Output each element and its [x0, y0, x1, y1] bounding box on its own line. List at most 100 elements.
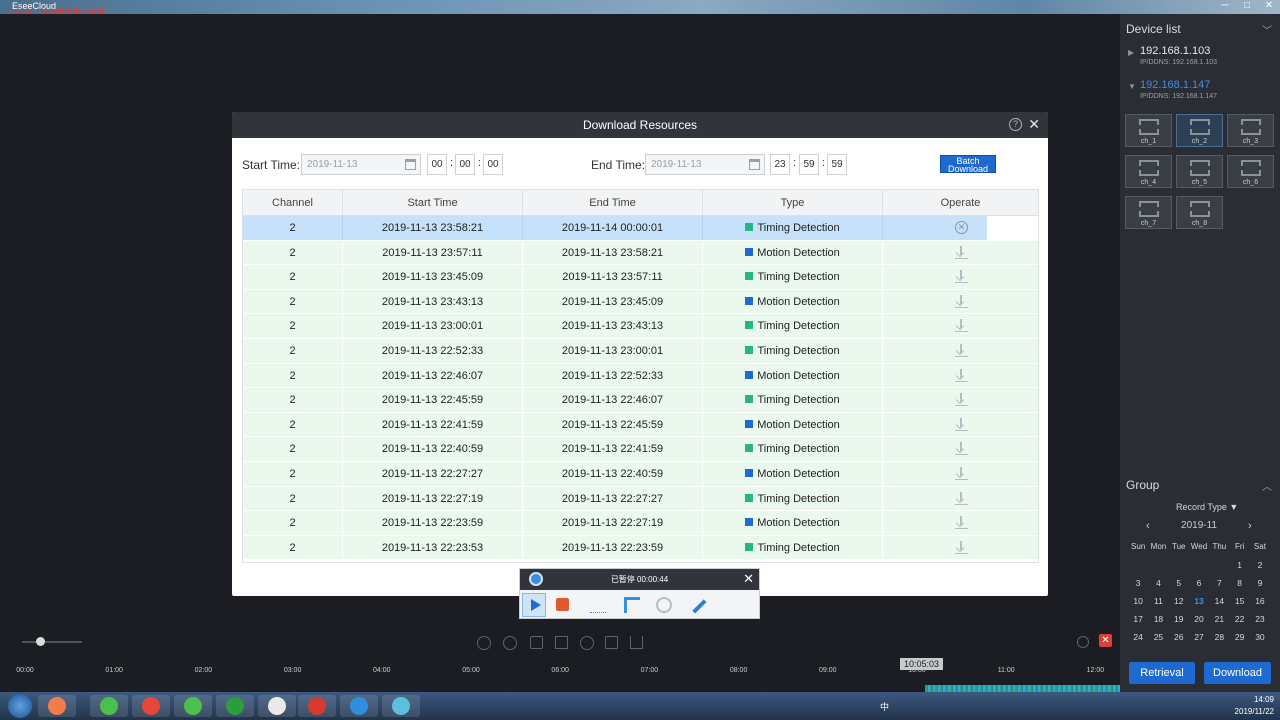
calendar-day[interactable]: 30 — [1250, 628, 1270, 646]
calendar-day[interactable]: 2 — [1250, 556, 1270, 574]
calendar-day[interactable]: 6 — [1189, 574, 1209, 592]
timer-icon[interactable] — [580, 636, 594, 650]
download-icon[interactable] — [955, 491, 968, 505]
expand-arrow-icon[interactable]: ▶ — [1128, 48, 1134, 57]
download-button[interactable]: Download — [1204, 662, 1271, 684]
download-icon[interactable] — [955, 393, 968, 407]
channel-tile[interactable]: ch_1 — [1125, 114, 1172, 147]
end-minute-field[interactable]: 59 — [799, 154, 819, 175]
table-row[interactable]: 2 2019-11-13 22:23:53 2019-11-13 22:23:59 T… — [243, 535, 1038, 561]
channel-tile[interactable]: ch_6 — [1227, 155, 1274, 188]
help-icon[interactable]: ? — [1009, 118, 1022, 131]
help-icon[interactable] — [1077, 636, 1089, 648]
region-tool-icon[interactable] — [590, 597, 606, 613]
download-icon[interactable] — [955, 270, 968, 284]
calendar-day[interactable]: 7 — [1209, 574, 1229, 592]
download-icon[interactable] — [955, 417, 968, 431]
batch-download-button[interactable]: Batch Download — [940, 155, 996, 174]
table-row[interactable]: 2 2019-11-13 23:45:09 2019-11-13 23:57:11 T… — [243, 265, 1038, 290]
calendar-icon[interactable] — [405, 159, 416, 170]
ie-icon[interactable] — [340, 695, 378, 717]
stop-icon[interactable] — [503, 636, 517, 650]
download-icon[interactable] — [955, 516, 968, 530]
volume-icon[interactable] — [605, 636, 618, 649]
start-minute-field[interactable]: 00 — [455, 154, 475, 175]
wechat-icon[interactable] — [174, 695, 212, 717]
chrome-icon[interactable] — [132, 695, 170, 717]
calendar-day[interactable]: 27 — [1189, 628, 1209, 646]
close-playback-icon[interactable]: ✕ — [1099, 634, 1112, 647]
calendar-day[interactable]: 9 — [1250, 574, 1270, 592]
next-month-icon[interactable]: › — [1248, 520, 1252, 532]
channel-tile-active[interactable]: ch_2 — [1176, 114, 1223, 147]
calendar-day[interactable]: 22 — [1229, 610, 1249, 628]
calendar-day[interactable]: 11 — [1148, 592, 1168, 610]
download-icon[interactable] — [955, 319, 968, 333]
table-row[interactable]: 2 2019-11-13 22:41:59 2019-11-13 22:45:59 M… — [243, 412, 1038, 438]
calendar-day[interactable]: 20 — [1189, 610, 1209, 628]
download-icon[interactable] — [955, 467, 968, 480]
table-row[interactable]: 2 2019-11-13 22:40:59 2019-11-13 22:41:59 T… — [243, 437, 1038, 462]
record-type-select[interactable]: Record Type ▼ — [1176, 502, 1238, 512]
download-icon[interactable] — [955, 368, 968, 382]
table-row-selected[interactable]: 2 2019-11-13 23:58:21 2019-11-14 00:00:01 T… — [243, 216, 1038, 241]
calendar-day[interactable]: 8 — [1229, 574, 1249, 592]
calendar-day[interactable]: 21 — [1209, 610, 1229, 628]
table-row[interactable]: 2 2019-11-13 23:43:13 2019-11-13 23:45:09 M… — [243, 289, 1038, 315]
collapse-group-icon[interactable]: ︿ — [1262, 478, 1272, 493]
taskbar-app-icon[interactable] — [90, 695, 128, 717]
calendar-day[interactable]: 10 — [1128, 592, 1148, 610]
channel-tile[interactable]: ch_7 — [1125, 196, 1172, 229]
end-hour-field[interactable]: 23 — [770, 154, 790, 175]
calendar-day[interactable]: 16 — [1250, 592, 1270, 610]
pause-icon[interactable] — [477, 636, 491, 650]
window-close-button[interactable]: ✕ — [1258, 0, 1280, 14]
download-icon[interactable] — [955, 442, 968, 456]
taskbar-app-icon[interactable] — [382, 695, 420, 717]
clock[interactable]: 14:09 2019/11/22 — [1235, 694, 1274, 718]
start-button[interactable] — [8, 694, 32, 718]
table-row[interactable]: 2 2019-11-13 22:27:27 2019-11-13 22:40:59 M… — [243, 462, 1038, 487]
calendar-day[interactable]: 29 — [1229, 628, 1249, 646]
calendar-day[interactable]: 12 — [1169, 592, 1189, 610]
snapshot-icon[interactable] — [530, 636, 543, 649]
channel-tile[interactable]: ch_4 — [1125, 155, 1172, 188]
stop-recording-button[interactable] — [556, 598, 569, 611]
start-second-field[interactable]: 00 — [483, 154, 503, 175]
fullscreen-icon[interactable] — [555, 636, 568, 649]
channel-tile[interactable]: ch_8 — [1176, 196, 1223, 229]
end-date-field[interactable]: 2019-11-13 — [645, 154, 765, 175]
calendar-day[interactable]: 24 — [1128, 628, 1148, 646]
calendar-day[interactable]: 15 — [1229, 592, 1249, 610]
calendar-day[interactable]: 19 — [1169, 610, 1189, 628]
table-row[interactable]: 2 2019-11-13 22:45:59 2019-11-13 22:46:07 T… — [243, 388, 1038, 413]
table-row[interactable]: 2 2019-11-13 22:46:07 2019-11-13 22:52:33 M… — [243, 363, 1038, 389]
taskbar-app-icon[interactable] — [38, 695, 76, 717]
calendar-icon[interactable] — [749, 159, 760, 170]
calendar-day[interactable]: 25 — [1148, 628, 1168, 646]
taskbar-app-icon[interactable] — [298, 695, 336, 717]
channel-tile[interactable]: ch_3 — [1227, 114, 1274, 147]
recorder-close-icon[interactable]: ✕ — [743, 571, 754, 587]
calendar-day-today[interactable]: 13 — [1189, 592, 1209, 610]
collapse-device-list-icon[interactable]: ﹀ — [1262, 22, 1272, 37]
calendar-day[interactable]: 23 — [1250, 610, 1270, 628]
pointer-tool-icon[interactable] — [624, 597, 640, 613]
pen-icon[interactable] — [689, 596, 707, 614]
download-tray-icon[interactable] — [630, 636, 643, 649]
calendar-day[interactable]: 18 — [1148, 610, 1168, 628]
download-icon[interactable] — [955, 294, 968, 308]
cancel-download-icon[interactable]: ✕ — [955, 221, 968, 234]
close-icon[interactable]: ✕ — [1028, 116, 1040, 133]
calendar-day[interactable]: 14 — [1209, 592, 1229, 610]
download-icon[interactable] — [955, 245, 968, 259]
speed-slider[interactable] — [22, 641, 82, 643]
calendar-day[interactable]: 5 — [1169, 574, 1189, 592]
start-date-field[interactable]: 2019-11-13 — [301, 154, 421, 175]
collapse-arrow-icon[interactable]: ▼ — [1128, 82, 1136, 91]
download-icon[interactable] — [955, 540, 968, 554]
calendar-day[interactable]: 1 — [1229, 556, 1249, 574]
download-icon[interactable] — [955, 344, 968, 357]
calendar-day[interactable]: 28 — [1209, 628, 1229, 646]
channel-tile[interactable]: ch_5 — [1176, 155, 1223, 188]
